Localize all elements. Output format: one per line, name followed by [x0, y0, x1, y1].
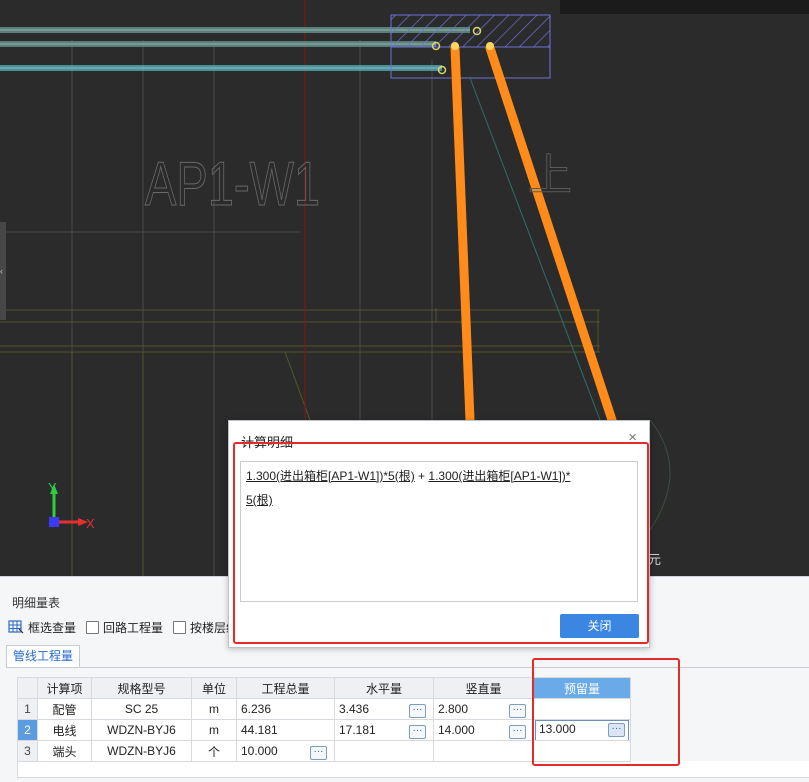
cell-total[interactable]: 10.000 ··· — [236, 740, 335, 762]
table-empty-area — [17, 761, 809, 778]
header-unit[interactable]: 单位 — [191, 677, 237, 699]
header-horizontal[interactable]: 水平量 — [334, 677, 434, 699]
selected-wires — [450, 43, 617, 425]
checkbox-icon — [173, 620, 187, 634]
panel-title: 明细量表 — [12, 596, 61, 610]
ellipsis-button[interactable]: ··· — [409, 725, 426, 739]
ellipsis-button[interactable]: ··· — [509, 725, 526, 739]
row-number[interactable]: 3 — [17, 740, 38, 762]
cell-horizontal-value: 17.181 — [339, 723, 376, 737]
cell-horizontal[interactable]: 17.181 ··· — [334, 719, 434, 741]
box-select-label: 框选查量 — [28, 620, 77, 635]
dialog-highlight — [233, 442, 649, 644]
cell-spec[interactable]: SC 25 — [91, 698, 192, 720]
checkbox-icon — [86, 620, 100, 634]
reserve-column-highlight — [532, 658, 680, 766]
header-spec[interactable]: 规格型号 — [91, 677, 192, 699]
cell-total[interactable]: 44.181 — [236, 719, 335, 741]
header-calc-item[interactable]: 计算项 — [37, 677, 92, 699]
cell-total-value: 10.000 — [241, 744, 278, 758]
cell-unit[interactable]: 个 — [191, 740, 237, 762]
row-number[interactable]: 1 — [17, 698, 38, 720]
cell-horizontal-value: 3.436 — [339, 702, 370, 716]
cell-item[interactable]: 配管 — [37, 698, 92, 720]
drawing-side-char: 上 — [528, 150, 572, 201]
distribution-box-hatch — [390, 14, 551, 48]
panel-toolbar: 框选查量 回路工程量 按楼层统 — [8, 617, 248, 637]
header-rownum — [17, 677, 38, 699]
tab-pipeline-qty[interactable]: 管线工程量 — [6, 645, 80, 667]
cell-total[interactable]: 6.236 — [236, 698, 335, 720]
loop-qty-checkbox[interactable]: 回路工程量 — [86, 619, 163, 636]
chevron-left-icon: ‹ — [0, 266, 3, 276]
row-number[interactable]: 2 — [17, 719, 38, 741]
cell-spec[interactable]: WDZN-BYJ6 — [91, 740, 192, 762]
table-grid-icon — [8, 620, 24, 634]
cell-vertical[interactable] — [433, 740, 534, 762]
axis-x-label: X — [86, 516, 95, 531]
cell-item[interactable]: 端头 — [37, 740, 92, 762]
tab-divider — [6, 667, 809, 668]
cell-vertical-value: 2.800 — [438, 702, 469, 716]
cell-vertical-value: 14.000 — [438, 723, 475, 737]
cell-unit[interactable]: m — [191, 698, 237, 720]
cell-horizontal[interactable]: 3.436 ··· — [334, 698, 434, 720]
cell-item[interactable]: 电线 — [37, 719, 92, 741]
drawing-label: AP1-W1 — [145, 150, 320, 219]
header-total[interactable]: 工程总量 — [236, 677, 335, 699]
cell-unit[interactable]: m — [191, 719, 237, 741]
left-collapse-handle[interactable]: ‹ — [0, 222, 6, 320]
cell-vertical[interactable]: 14.000 ··· — [433, 719, 534, 741]
cell-horizontal[interactable] — [334, 740, 434, 762]
cell-vertical[interactable]: 2.800 ··· — [433, 698, 534, 720]
axis-y-label: Y — [48, 480, 57, 495]
box-select-button[interactable]: 框选查量 — [8, 619, 76, 636]
ellipsis-button[interactable]: ··· — [509, 704, 526, 718]
ellipsis-button[interactable]: ··· — [310, 746, 327, 760]
ellipsis-button[interactable]: ··· — [409, 704, 426, 718]
cell-spec[interactable]: WDZN-BYJ6 — [91, 719, 192, 741]
loop-qty-label: 回路工程量 — [103, 620, 164, 635]
header-vertical[interactable]: 竖直量 — [433, 677, 534, 699]
